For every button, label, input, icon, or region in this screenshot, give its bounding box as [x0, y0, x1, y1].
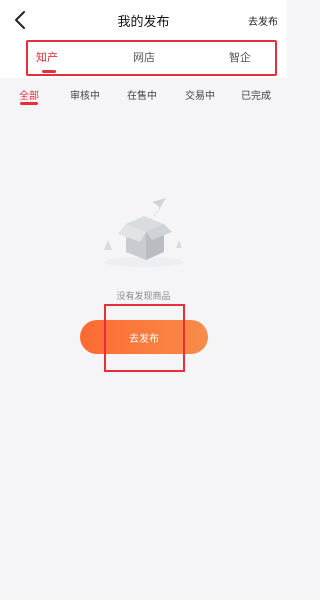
tab-zhiqi[interactable]: 智企	[229, 49, 251, 65]
subtab-reviewing[interactable]: 审核中	[70, 87, 100, 102]
empty-box-icon	[104, 198, 184, 267]
publish-link[interactable]: 去发布	[248, 13, 278, 28]
category-tabs: 知产 网店 智企	[0, 40, 287, 78]
active-tab-indicator	[42, 70, 56, 73]
subtab-on-sale[interactable]: 在售中	[127, 87, 157, 102]
status-subtabs: 全部 审核中 在售中 交易中 已完成	[0, 78, 287, 110]
subtab-trading[interactable]: 交易中	[185, 87, 215, 102]
page-title: 我的发布	[117, 15, 170, 30]
tab-zhichan[interactable]: 知产	[36, 49, 58, 65]
subtab-all[interactable]: 全部	[19, 87, 39, 102]
active-subtab-indicator	[20, 102, 38, 105]
go-publish-button[interactable]: 去发布	[80, 320, 208, 354]
top-nav-bar: 我的发布 去发布	[0, 0, 287, 40]
tab-wangdian[interactable]: 网店	[133, 49, 155, 65]
empty-state-message: 没有发现商品	[116, 292, 171, 302]
subtab-completed[interactable]: 已完成	[241, 87, 271, 102]
